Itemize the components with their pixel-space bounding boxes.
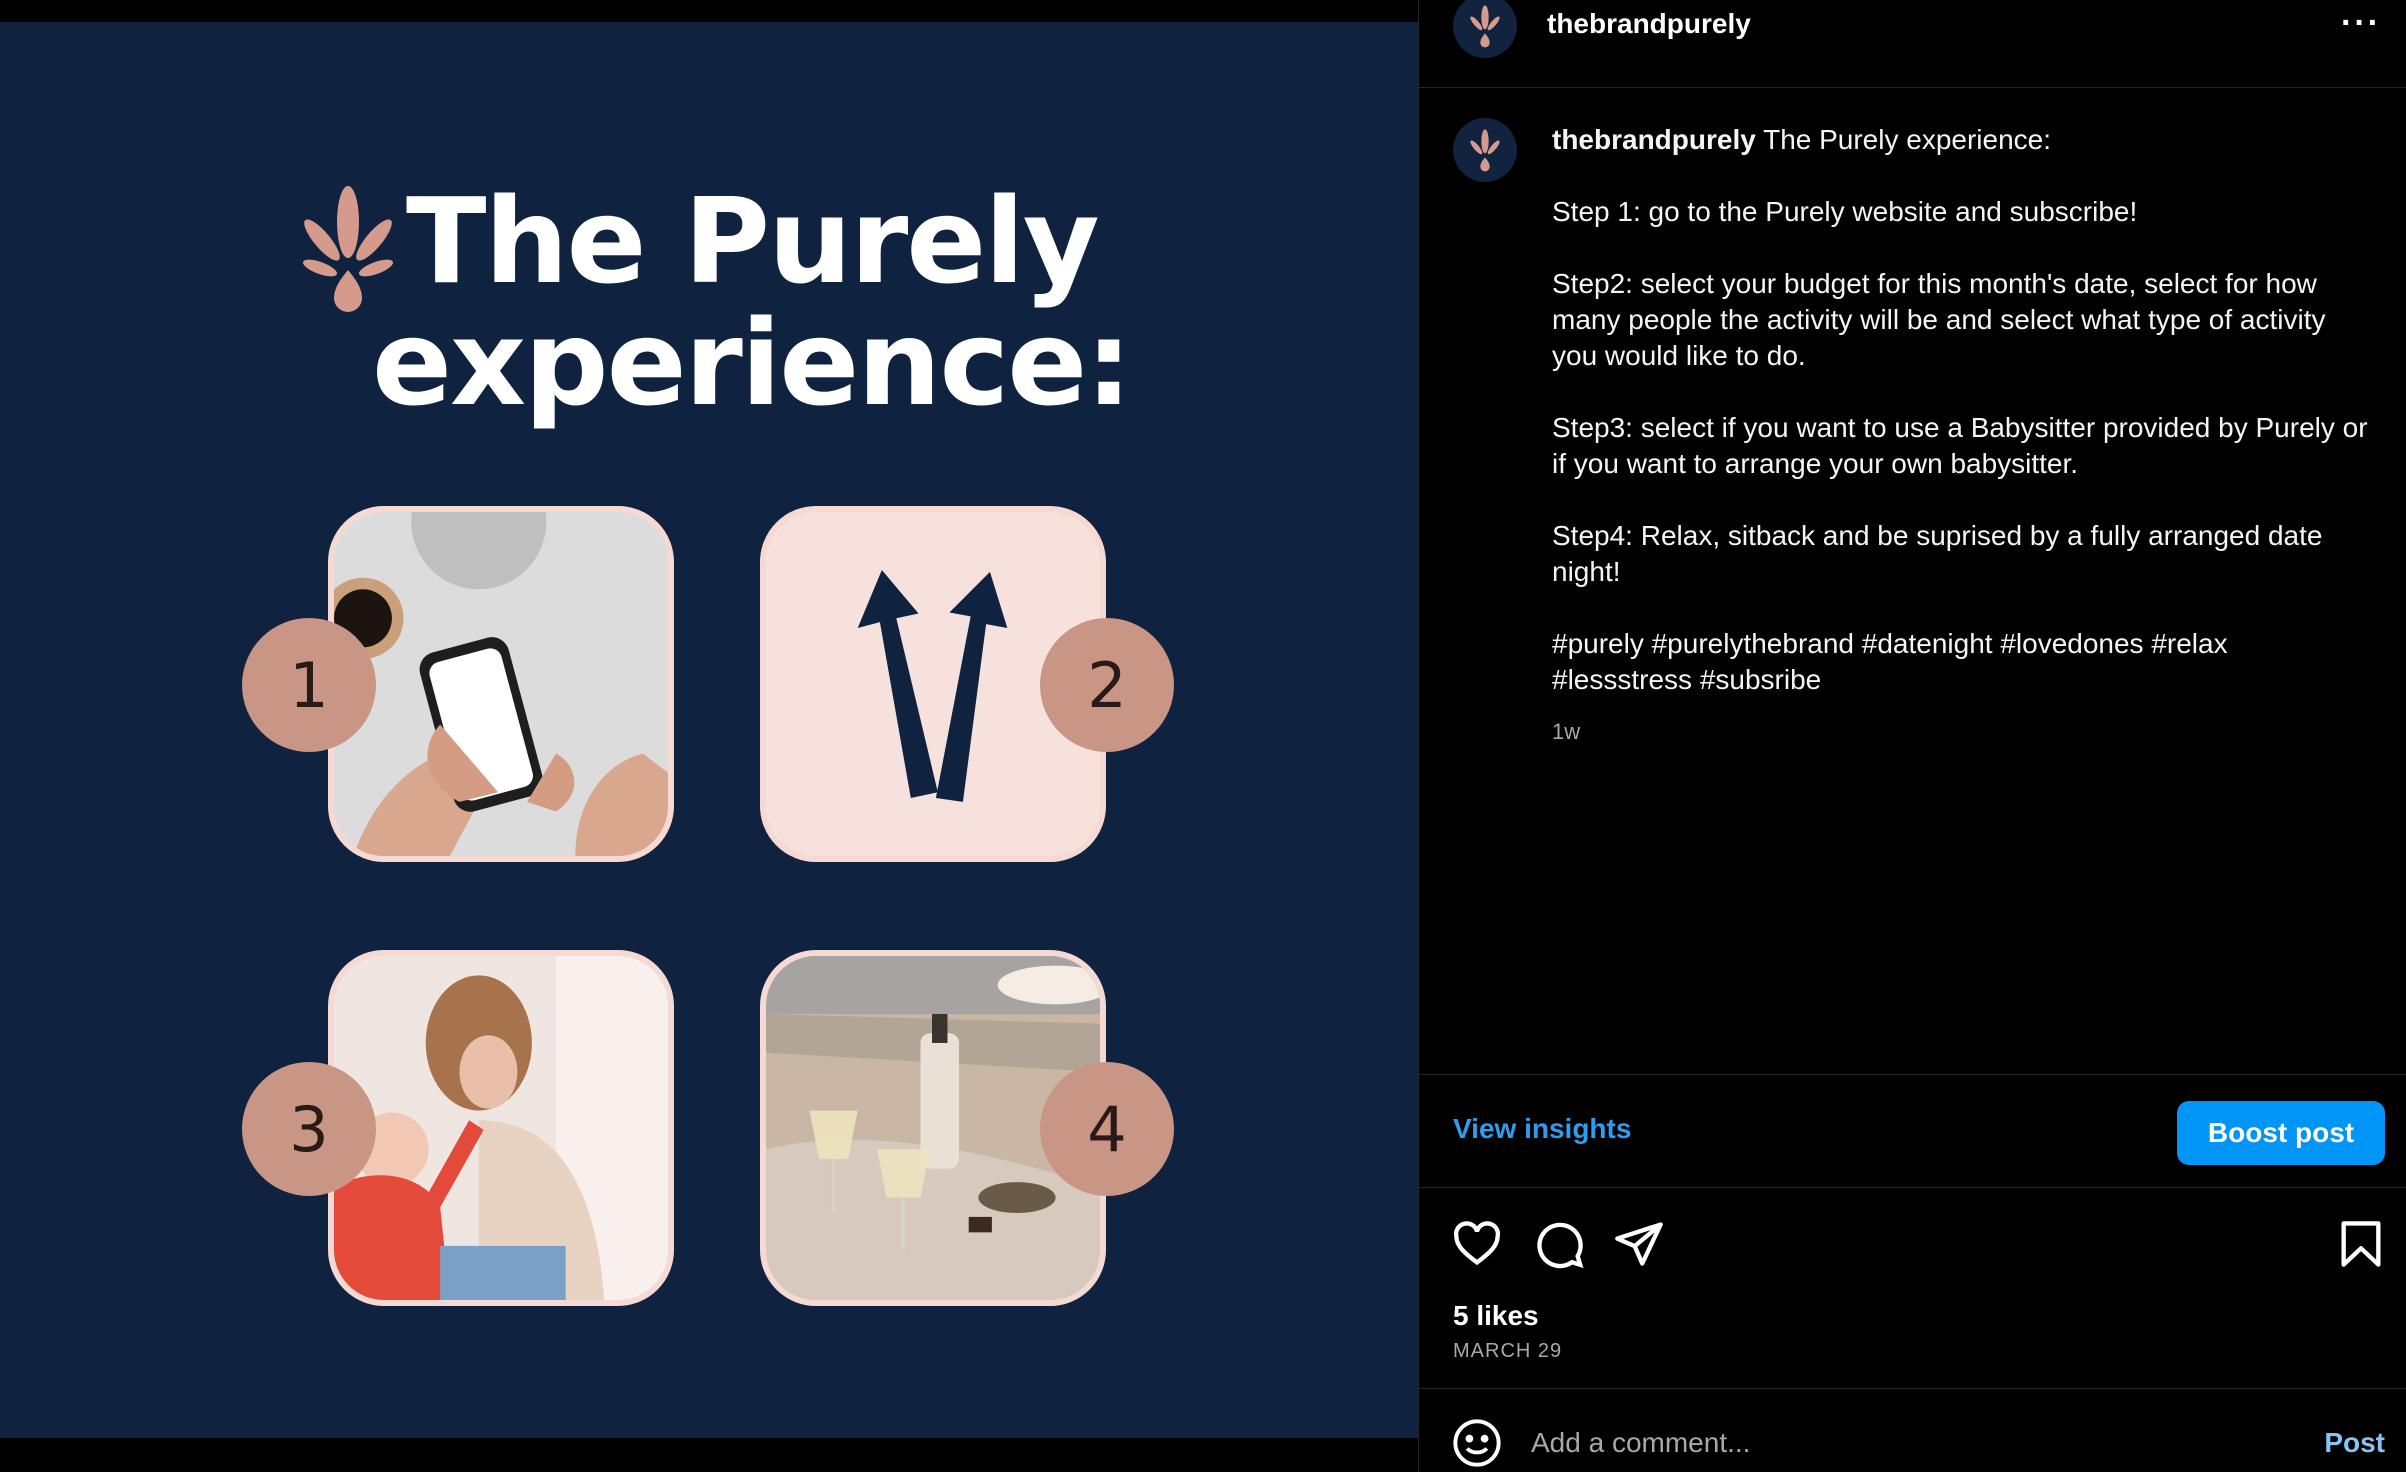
- post-side-panel: thebrandpurely ··· thebrandpurely The Pu…: [1418, 0, 2406, 1472]
- emoji-icon[interactable]: [1451, 1417, 1503, 1469]
- comment-icon[interactable]: [1533, 1218, 1585, 1270]
- poster-title-line1: The Purely: [406, 172, 1100, 310]
- share-icon[interactable]: [1613, 1218, 1665, 1270]
- comment-input[interactable]: [1531, 1419, 2231, 1467]
- post-caption: thebrandpurely The Purely experience: St…: [1419, 88, 2406, 1073]
- caption-body: thebrandpurely The Purely experience: St…: [1552, 122, 2372, 750]
- caption-step2: Step2: select your budget for this month…: [1552, 268, 2326, 371]
- caption-step1: Step 1: go to the Purely website and sub…: [1552, 196, 2138, 227]
- caption-hashtags[interactable]: #purely #purelythebrand #datenight #love…: [1552, 626, 2372, 698]
- post-actions: 5 likes MARCH 29: [1419, 1188, 2406, 1388]
- add-comment-bar: Post: [1419, 1388, 2406, 1472]
- more-options-icon[interactable]: ···: [2341, 4, 2381, 43]
- post-comment-button[interactable]: Post: [2324, 1427, 2385, 1459]
- step-number-badge: 2: [1040, 618, 1174, 752]
- step-number-badge: 3: [242, 1062, 376, 1196]
- caption-step3: Step3: select if you want to use a Babys…: [1552, 412, 2368, 479]
- like-count[interactable]: 5 likes: [1453, 1300, 1539, 1332]
- caption-username[interactable]: thebrandpurely: [1552, 124, 1756, 155]
- post-image[interactable]: The Purely experience: 1 2 3 4: [0, 22, 1418, 1438]
- step-number-badge: 4: [1040, 1062, 1174, 1196]
- post-media: The Purely experience: 1 2 3 4: [0, 0, 1418, 1472]
- post-header: thebrandpurely ···: [1419, 0, 2406, 88]
- caption-intro: The Purely experience:: [1755, 124, 2052, 155]
- poster-title-line2: experience:: [372, 294, 1132, 432]
- bookmark-icon[interactable]: [2335, 1218, 2387, 1270]
- post-date: MARCH 29: [1453, 1340, 1563, 1362]
- insights-bar: View insights Boost post: [1419, 1074, 2406, 1188]
- view-insights-link[interactable]: View insights: [1453, 1113, 1631, 1145]
- boost-post-button[interactable]: Boost post: [2177, 1101, 2385, 1165]
- heart-icon[interactable]: [1451, 1218, 1503, 1270]
- post-author-username[interactable]: thebrandpurely: [1547, 8, 1751, 40]
- caption-timestamp[interactable]: 1w: [1552, 714, 2372, 750]
- brand-logo-icon: [1470, 5, 1500, 48]
- brand-logo-icon: [1470, 129, 1500, 172]
- step-number-badge: 1: [242, 618, 376, 752]
- step3-photo: [328, 950, 674, 1306]
- avatar[interactable]: [1453, 118, 1517, 182]
- step1-photo: [328, 506, 674, 862]
- caption-step4: Step4: Relax, sitback and be suprised by…: [1552, 520, 2323, 587]
- avatar[interactable]: [1453, 0, 1517, 58]
